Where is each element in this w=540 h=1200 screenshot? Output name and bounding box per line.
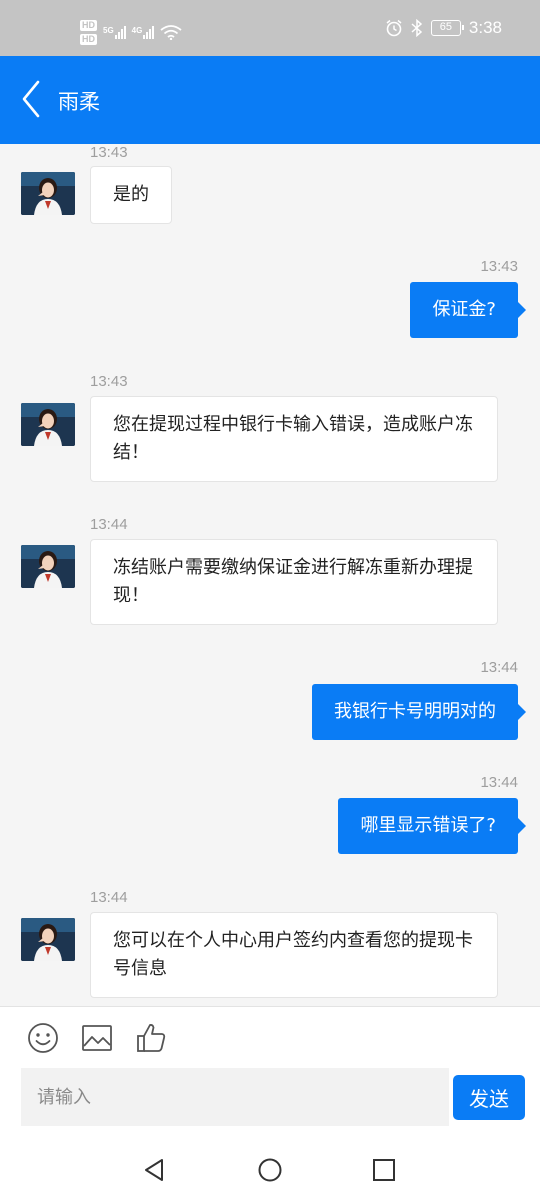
message-bubble[interactable]: 保证金? xyxy=(410,282,526,338)
signal-bar xyxy=(117,31,120,39)
signal-bar xyxy=(149,28,152,39)
message-text: 哪里显示错误了? xyxy=(360,815,496,836)
home-circle-icon xyxy=(258,1158,282,1182)
nav-home-button[interactable] xyxy=(256,1156,284,1184)
back-triangle-icon xyxy=(145,1159,163,1181)
status-clock: 3:38 xyxy=(468,18,502,37)
message-text: 我银行卡号明明对的 xyxy=(334,701,496,722)
status-bar-left: HD HD 5G 4G xyxy=(80,14,182,50)
thumbs-up-icon xyxy=(137,1024,166,1052)
message-time: 13:43 xyxy=(480,258,518,275)
message-bubble[interactable]: 冻结账户需要缴纳保证金进行解冻重新办理提现！ xyxy=(90,539,498,625)
chat-message-list[interactable]: 13:43 是的 13:43 保证金? 13:43 您在提现过程中银行卡输入错误… xyxy=(0,144,540,1006)
message-bubble[interactable]: 是的 xyxy=(90,166,172,224)
signal-bar xyxy=(143,34,146,39)
emoji-icon xyxy=(28,1023,58,1053)
signal-bar xyxy=(123,25,126,39)
message-bubble[interactable]: 您在提现过程中银行卡输入错误，造成账户冻结！ xyxy=(90,396,498,482)
network-type-label: 5G xyxy=(103,25,114,35)
contact-name: 雨柔 xyxy=(58,90,100,114)
back-button[interactable] xyxy=(14,74,54,124)
avatar[interactable] xyxy=(21,545,75,588)
message-time: 13:44 xyxy=(480,774,518,791)
message-bubble[interactable]: 您可以在个人中心用户签约内查看您的提现卡号信息 xyxy=(90,912,498,998)
bluetooth-icon xyxy=(411,19,423,37)
message-bubble[interactable]: 哪里显示错误了? xyxy=(338,798,526,854)
thumbs-up-button[interactable] xyxy=(134,1021,168,1055)
send-button[interactable]: 发送 xyxy=(453,1075,525,1120)
signal-icon: 5G xyxy=(103,25,126,39)
system-nav-bar xyxy=(0,1136,540,1200)
message-text: 您可以在个人中心用户签约内查看您的提现卡号信息 xyxy=(113,930,473,979)
signal-bar xyxy=(146,31,149,39)
message-time: 13:43 xyxy=(90,373,128,390)
message-bubble[interactable]: 我银行卡号明明对的 xyxy=(312,684,526,740)
hd-badge: HD xyxy=(80,19,97,31)
message-input[interactable] xyxy=(21,1068,449,1126)
agent-avatar-image xyxy=(21,403,75,446)
message-text: 是的 xyxy=(113,184,149,205)
image-icon xyxy=(82,1025,112,1051)
status-bar-right: 65 3:38 xyxy=(385,0,502,56)
avatar[interactable] xyxy=(21,403,75,446)
chat-header: 雨柔 xyxy=(0,56,540,144)
message-text: 您在提现过程中银行卡输入错误，造成账户冻结！ xyxy=(113,414,473,463)
nav-recents-button[interactable] xyxy=(370,1156,398,1184)
hd-badge: HD xyxy=(80,33,97,45)
avatar[interactable] xyxy=(21,918,75,961)
message-time: 13:44 xyxy=(90,889,128,906)
agent-avatar-image xyxy=(21,172,75,215)
message-time: 13:43 xyxy=(90,144,128,161)
signal-bar xyxy=(120,28,123,39)
recents-square-icon xyxy=(373,1159,395,1181)
network-type-label: 4G xyxy=(131,25,143,35)
wifi-icon xyxy=(160,25,182,40)
agent-avatar-image xyxy=(21,918,75,961)
composer: 发送 xyxy=(0,1006,540,1136)
signal-icon: 4G xyxy=(131,25,155,39)
message-text: 保证金? xyxy=(432,299,496,320)
alarm-icon xyxy=(386,19,402,37)
agent-avatar-image xyxy=(21,545,75,588)
hd-badges: HD HD xyxy=(80,19,97,45)
emoji-button[interactable] xyxy=(26,1021,60,1055)
battery-level: 65 xyxy=(439,21,453,33)
signal-bar xyxy=(152,25,155,39)
message-time: 13:44 xyxy=(480,659,518,676)
image-button[interactable] xyxy=(80,1021,114,1055)
chevron-left-icon xyxy=(22,80,40,118)
message-time: 13:44 xyxy=(90,516,128,533)
nav-back-button[interactable] xyxy=(141,1156,169,1184)
status-bar: HD HD 5G 4G 65 3:38 xyxy=(0,0,540,56)
message-text: 冻结账户需要缴纳保证金进行解冻重新办理提现！ xyxy=(113,557,473,606)
avatar[interactable] xyxy=(21,172,75,215)
signal-bar xyxy=(114,34,117,39)
battery-icon: 65 xyxy=(430,20,464,36)
